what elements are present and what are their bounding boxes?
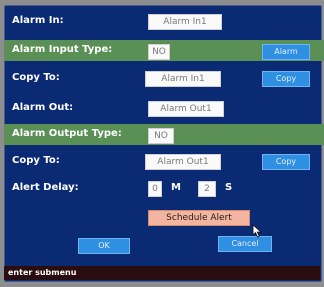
alert-delay-label: Alert Delay: [12,182,79,193]
mouse-pointer-icon [252,224,263,238]
alarm-input-type-select[interactable]: NO [148,44,170,60]
copy-out-button[interactable]: Copy [262,154,310,170]
copy-to-in-label: Copy To: [12,72,60,83]
copy-to-out-label: Copy To: [12,155,60,166]
alarm-in-label: Alarm In: [12,15,64,26]
copy-to-out-select[interactable]: Alarm Out1 [145,154,221,170]
ok-button[interactable]: OK [78,238,130,254]
alarm-config-button[interactable]: Alarm [262,44,310,60]
cancel-button[interactable]: Cancel [218,236,272,252]
alarm-in-select[interactable]: Alarm In1 [148,14,222,30]
copy-to-in-select[interactable]: Alarm In1 [145,71,221,87]
status-bar: enter submenu [4,266,320,280]
alarm-out-label: Alarm Out: [12,102,74,113]
alert-delay-seconds-input[interactable]: 2 [198,181,216,197]
alarm-input-type-label: Alarm Input Type: [12,44,113,55]
alarm-output-type-label: Alarm Output Type: [12,128,122,139]
seconds-unit-label: S [225,182,233,193]
minutes-unit-label: M [171,182,181,193]
alarm-output-type-select[interactable]: NO [148,128,174,144]
monitor-screen: Alarm In: Alarm In1 Alarm Input Type: NO… [0,0,324,287]
schedule-alert-button[interactable]: Schedule Alert [148,210,250,226]
alarm-out-select[interactable]: Alarm Out1 [148,101,224,117]
copy-in-button[interactable]: Copy [262,71,310,87]
alert-delay-minutes-input[interactable]: 0 [148,181,162,197]
